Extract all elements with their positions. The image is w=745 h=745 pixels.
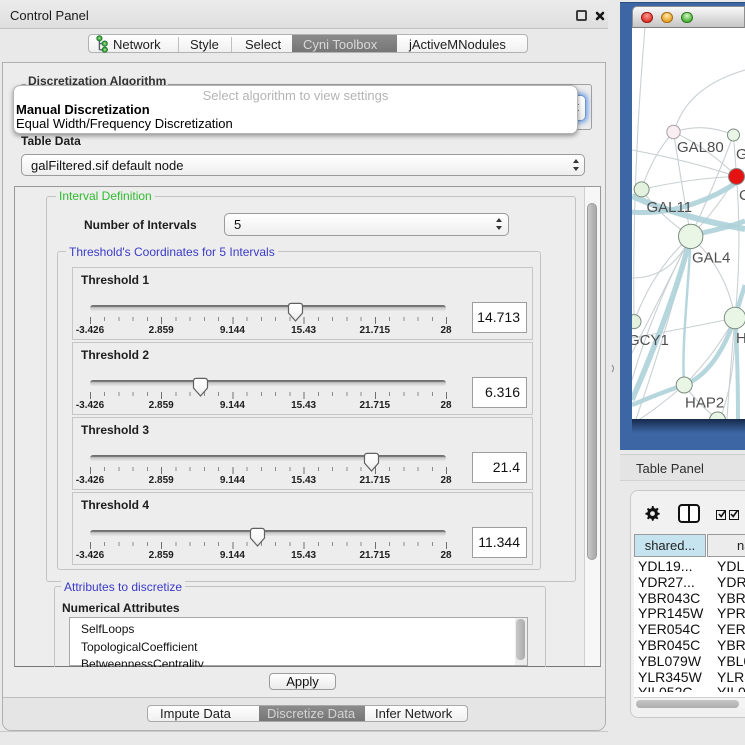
svg-text:GA: GA bbox=[736, 146, 745, 163]
svg-text:HI: HI bbox=[736, 330, 745, 347]
svg-text:GAL11: GAL11 bbox=[647, 199, 693, 216]
svg-text:HAP2: HAP2 bbox=[685, 395, 724, 412]
svg-text:C: C bbox=[739, 187, 745, 204]
svg-text:GAL4: GAL4 bbox=[692, 250, 730, 267]
svg-text:GAL80: GAL80 bbox=[677, 139, 724, 156]
svg-text:GCY1: GCY1 bbox=[632, 332, 669, 349]
